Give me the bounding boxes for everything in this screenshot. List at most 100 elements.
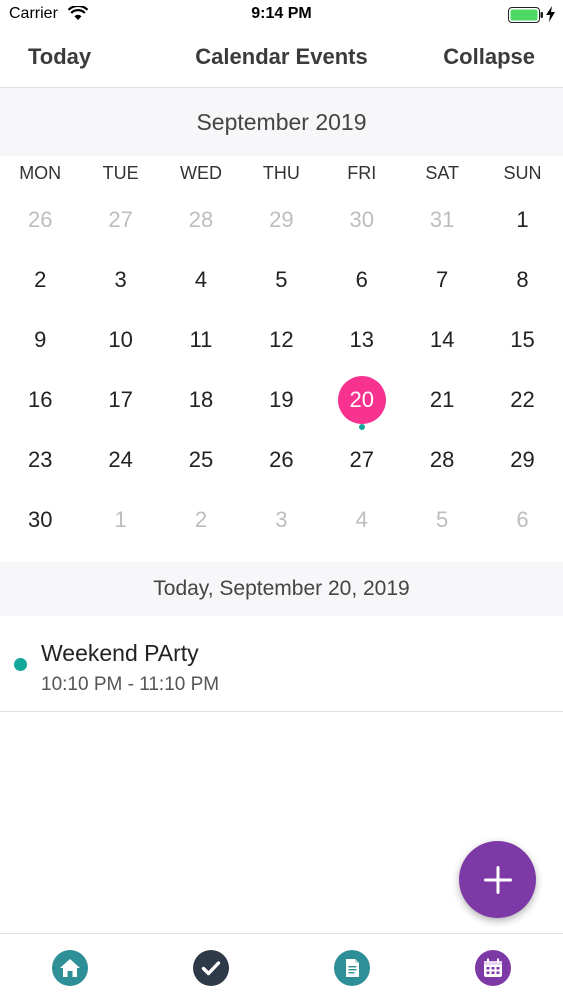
day-number: 30 [27,507,53,532]
calendar-day[interactable]: 9 [0,310,80,370]
plus-icon [483,865,512,894]
day-number: 3 [275,507,288,532]
event-list-item[interactable]: Weekend PArty 10:10 PM - 11:10 PM [0,618,563,712]
calendar-day[interactable]: 3 [241,490,321,550]
calendar-day[interactable]: 16 [0,370,80,430]
tab-calendar[interactable] [475,950,511,986]
event-time: 10:10 PM - 11:10 PM [41,674,220,695]
calendar-day[interactable]: 2 [161,490,241,550]
calendar-day[interactable]: 15 [482,310,562,370]
calendar-day[interactable]: 17 [80,370,160,430]
calendar-day[interactable]: 24 [80,430,160,490]
calendar-day[interactable]: 14 [402,310,482,370]
weekday-label: SUN [503,163,542,183]
calendar-day[interactable]: 31 [402,190,482,250]
weekday-label: MON [19,163,62,183]
calendar-day-selected[interactable]: 20 [322,370,402,430]
day-number: 20 [349,387,374,412]
today-button[interactable]: Today [28,44,91,70]
calendar-day[interactable]: 21 [402,370,482,430]
collapse-button[interactable]: Collapse [443,44,535,70]
calendar-day[interactable]: 28 [161,190,241,250]
calendar-day[interactable]: 23 [0,430,80,490]
calendar-day[interactable]: 30 [0,490,80,550]
calendar-day[interactable]: 3 [80,250,160,310]
day-number: 1 [516,207,529,232]
calendar-day[interactable]: 10 [80,310,160,370]
calendar-day[interactable]: 7 [402,250,482,310]
weekday-label: SAT [425,163,459,183]
tab-home[interactable] [52,950,88,986]
calendar-day[interactable]: 8 [482,250,562,310]
day-number: 11 [189,327,213,352]
weekday-label: THU [262,163,300,183]
calendar-day[interactable]: 19 [241,370,321,430]
weekday-row: MON TUE WED THU FRI SAT SUN [0,158,563,188]
day-number: 2 [34,267,47,292]
calendar-day[interactable]: 5 [241,250,321,310]
calendar-day[interactable]: 4 [322,490,402,550]
calendar-day[interactable]: 1 [80,490,160,550]
calendar-day[interactable]: 11 [161,310,241,370]
calendar-day[interactable]: 5 [402,490,482,550]
nav-bar: Calendar Events Today Collapse [0,30,563,88]
tab-notes[interactable] [334,950,370,986]
status-bar: Carrier 9:14 PM [0,0,563,30]
day-number: 23 [27,447,53,472]
day-number: 26 [27,207,53,232]
calendar-week: 26 27 28 29 30 31 1 [0,190,563,250]
calendar-day[interactable]: 29 [241,190,321,250]
event-color-dot [14,658,27,671]
status-time: 9:14 PM [251,5,312,22]
calendar-day[interactable]: 28 [402,430,482,490]
day-number: 12 [269,327,294,352]
calendar-week: 23 24 25 26 27 28 29 [0,430,563,490]
tab-bar [0,933,563,1000]
day-number: 14 [429,327,455,352]
day-number: 4 [194,267,208,292]
day-number: 15 [510,327,535,352]
add-event-button[interactable] [459,841,536,918]
day-number: 29 [510,447,535,472]
day-number: 18 [188,387,214,412]
calendar-week: 16 17 18 19 20 21 22 [0,370,563,430]
day-number: 24 [108,447,133,472]
calendar-day[interactable]: 29 [482,430,562,490]
day-number: 10 [108,327,133,352]
calendar-day[interactable]: 30 [322,190,402,250]
home-icon [52,950,88,986]
calendar-day[interactable]: 4 [161,250,241,310]
weekday-label: TUE [102,163,139,183]
day-number: 22 [510,387,535,412]
tab-tasks[interactable] [193,950,229,986]
calendar-day[interactable]: 13 [322,310,402,370]
calendar-day[interactable]: 18 [161,370,241,430]
selected-date-header: Today, September 20, 2019 [0,562,563,616]
calendar-day[interactable]: 6 [322,250,402,310]
day-number: 27 [349,447,374,472]
calendar-day[interactable]: 6 [482,490,562,550]
calendar-day[interactable]: 27 [322,430,402,490]
battery-icon [508,7,543,23]
day-number: 21 [429,387,455,412]
day-number: 5 [275,267,288,292]
day-number: 8 [516,267,529,292]
day-number: 16 [27,387,53,412]
calendar-day[interactable]: 1 [482,190,562,250]
day-number: 7 [436,267,449,292]
calendar-week: 30 1 2 3 4 5 6 [0,490,563,550]
weekday-label: FRI [347,163,377,183]
day-number: 13 [349,327,374,352]
calendar-day[interactable]: 26 [241,430,321,490]
calendar-week: 2 3 4 5 6 7 8 [0,250,563,310]
calendar-day[interactable]: 22 [482,370,562,430]
day-number: 27 [108,207,133,232]
calendar-day[interactable]: 27 [80,190,160,250]
calendar-grid: 26 27 28 29 30 31 1 2 3 4 5 6 7 8 9 10 1… [0,190,563,550]
calendar-icon [475,950,511,986]
calendar-day[interactable]: 12 [241,310,321,370]
day-number: 26 [269,447,294,472]
calendar-day[interactable]: 2 [0,250,80,310]
calendar-day[interactable]: 25 [161,430,241,490]
calendar-day[interactable]: 26 [0,190,80,250]
